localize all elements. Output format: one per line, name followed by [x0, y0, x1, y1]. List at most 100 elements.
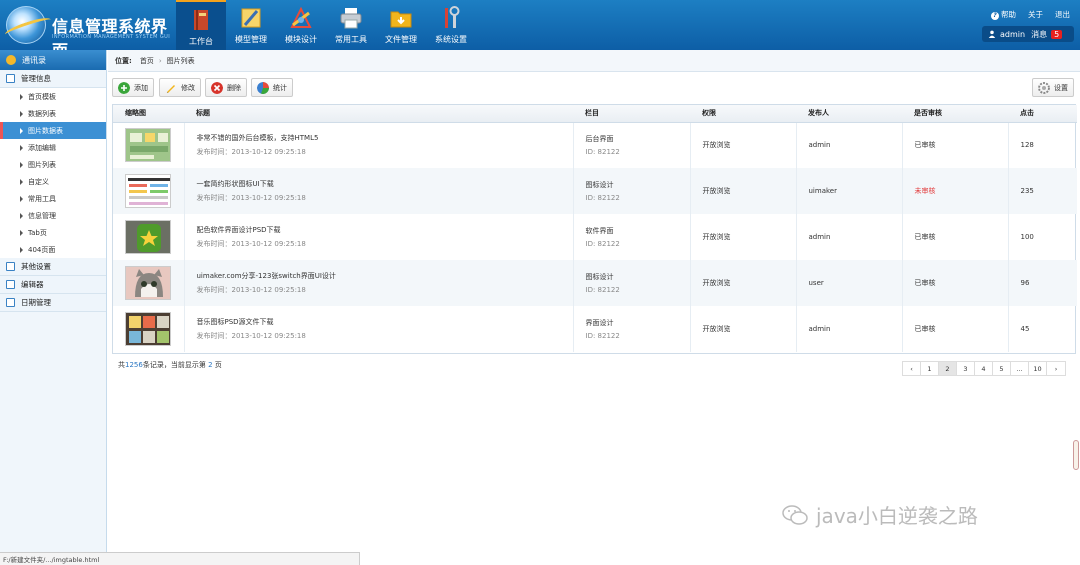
- thumbnail-cell: [113, 306, 185, 352]
- title-cell: 一套简约形状图标UI下载 发布时间：2013-10-12 09:25:18: [184, 168, 574, 214]
- sidebar-item[interactable]: 数据列表: [0, 105, 106, 122]
- review-status-cell: 未审核: [902, 168, 1009, 214]
- pager-page-button[interactable]: 10: [1029, 362, 1047, 375]
- pager-page-button[interactable]: 1: [921, 362, 939, 375]
- sidebar-item[interactable]: Tab页: [0, 224, 106, 241]
- breadcrumb-current[interactable]: 图片列表: [167, 56, 195, 66]
- row-category: 界面设计: [585, 319, 614, 327]
- nav-model-manage[interactable]: 模型管理: [226, 0, 276, 50]
- nav-file-manage[interactable]: 文件管理: [376, 0, 426, 50]
- chevron-right-icon: [20, 110, 23, 117]
- top-header: 信息管理系统界面 INFORMATION MANAGEMENT SYSTEM G…: [0, 0, 1080, 60]
- row-title[interactable]: uimaker.com分享-123张switch界面UI设计: [197, 272, 336, 280]
- clicks-cell: 235: [1020, 187, 1034, 195]
- breadcrumb-separator: ›: [158, 56, 162, 65]
- author-cell: admin: [796, 122, 903, 168]
- sidebar-section-editor[interactable]: 编辑器: [0, 276, 106, 294]
- settings-button[interactable]: 设置: [1032, 78, 1074, 97]
- nav-workbench[interactable]: 工作台: [176, 0, 226, 50]
- section-label: 编辑器: [21, 280, 44, 289]
- row-id: ID: 82122: [585, 148, 620, 157]
- thumbnail-image[interactable]: [125, 174, 171, 208]
- col-clicks: 点击: [1008, 105, 1077, 123]
- sidebar-item-label: 添加编辑: [28, 143, 56, 152]
- row-publish-time: 发布时间：2013-10-12 09:25:18: [196, 148, 306, 157]
- pie-chart-icon: [257, 81, 269, 94]
- book-icon: [194, 10, 208, 30]
- sidebar-item[interactable]: 自定义: [0, 173, 106, 190]
- sidebar-section-manage-info[interactable]: 管理信息: [0, 70, 106, 88]
- sidebar-section-other-settings[interactable]: 其他设置: [0, 258, 106, 276]
- breadcrumb-home[interactable]: 首页: [140, 56, 154, 66]
- sidebar-item-label: 首页模板: [28, 92, 56, 101]
- table-row[interactable]: 非常不错的国外后台模板，支持HTML5 发布时间：2013-10-12 09:25…: [113, 122, 1077, 168]
- thumbnail-image[interactable]: [125, 312, 171, 346]
- sidebar-item[interactable]: 常用工具: [0, 190, 106, 207]
- nav-label: 工作台: [189, 37, 213, 46]
- folder-icon: [390, 11, 412, 28]
- user-box[interactable]: admin 消息 5: [982, 26, 1074, 42]
- summary-suffix: 页: [214, 361, 222, 369]
- top-links: ? 帮助 关于 退出: [979, 9, 1070, 20]
- thumbnail-image[interactable]: [125, 220, 171, 254]
- sidebar-header[interactable]: 通讯录: [0, 50, 106, 70]
- sidebar-item[interactable]: 404页面: [0, 241, 106, 258]
- messages-label[interactable]: 消息: [1031, 29, 1047, 40]
- stats-button[interactable]: 统计: [251, 78, 293, 97]
- delete-label: 删除: [227, 83, 241, 92]
- pager-next-button[interactable]: ›: [1047, 362, 1065, 375]
- about-link[interactable]: 关于: [1028, 9, 1043, 20]
- permission-cell: 开放浏览: [690, 214, 797, 260]
- sidebar-section-date-manage[interactable]: 日期管理: [0, 294, 106, 312]
- clicks-cell: 128: [1020, 141, 1034, 150]
- app-logo[interactable]: 信息管理系统界面 INFORMATION MANAGEMENT SYSTEM G…: [3, 4, 170, 60]
- delete-button[interactable]: 删除: [205, 78, 247, 97]
- sidebar-item[interactable]: 添加编辑: [0, 139, 106, 156]
- sidebar-item[interactable]: 信息管理: [0, 207, 106, 224]
- row-category: 图标设计: [585, 181, 614, 189]
- row-publish-time: 发布时间：2013-10-12 09:25:18: [196, 286, 306, 294]
- pager-page-button[interactable]: 3: [957, 362, 975, 375]
- pager-page-button[interactable]: 5: [993, 362, 1011, 375]
- pager-prev-button[interactable]: ‹: [903, 362, 921, 375]
- table-row[interactable]: 配色软件界面设计PSD下载 发布时间：2013-10-12 09:25:18 软件界…: [113, 214, 1077, 260]
- row-title[interactable]: 音乐图标PSD源文件下载: [197, 318, 274, 326]
- sidebar-item[interactable]: 图片数据表: [0, 122, 106, 139]
- chevron-right-icon: [20, 178, 23, 185]
- add-button[interactable]: 添加: [112, 78, 154, 97]
- table-row[interactable]: 一套简约形状图标UI下载 发布时间：2013-10-12 09:25:18 图标设计…: [113, 168, 1077, 214]
- permission-cell: 开放浏览: [690, 122, 797, 168]
- nav-label: 文件管理: [385, 35, 417, 44]
- sidebar-item-label: 404页面: [28, 245, 56, 254]
- row-title[interactable]: 配色软件界面设计PSD下载: [197, 226, 281, 234]
- nav-system-settings[interactable]: 系统设置: [426, 0, 476, 50]
- pager-page-button[interactable]: 2: [939, 362, 957, 375]
- nav-module-design[interactable]: 模块设计: [276, 0, 326, 50]
- edit-button[interactable]: 修改: [159, 78, 201, 97]
- sidebar-item[interactable]: 首页模板: [0, 88, 106, 105]
- thumbnail-image[interactable]: [125, 266, 171, 300]
- logout-link[interactable]: 退出: [1055, 9, 1070, 20]
- row-title[interactable]: 一套简约形状图标UI下载: [197, 180, 274, 188]
- table-row[interactable]: uimaker.com分享-123张switch界面UI设计 发布时间：2013-…: [113, 260, 1077, 306]
- row-title[interactable]: 非常不错的国外后台模板，支持HTML5: [197, 134, 319, 142]
- thumbnail-cell: [113, 122, 185, 168]
- help-link[interactable]: ? 帮助: [991, 9, 1016, 20]
- sidebar-item[interactable]: 图片列表: [0, 156, 106, 173]
- chevron-right-icon: [20, 195, 23, 202]
- help-icon: ?: [991, 12, 999, 20]
- chevron-right-icon: [20, 212, 23, 219]
- sidebar-item-label: 图片数据表: [28, 126, 63, 135]
- table-row[interactable]: 音乐图标PSD源文件下载 发布时间：2013-10-12 09:25:18 界面设计…: [113, 306, 1077, 352]
- sidebar-header-label: 通讯录: [22, 55, 46, 65]
- printer-icon: [340, 8, 362, 29]
- watermark: java小白逆袭之路: [782, 500, 978, 529]
- title-cell: 配色软件界面设计PSD下载 发布时间：2013-10-12 09:25:18: [184, 214, 574, 260]
- toolbar: 添加 修改 删除 统计 设置: [112, 78, 1076, 98]
- category-cell: 图标设计 ID: 82122: [573, 260, 691, 306]
- pager-page-button[interactable]: 4: [975, 362, 993, 375]
- nav-common-tools[interactable]: 常用工具: [326, 0, 376, 50]
- chevron-right-icon: [20, 229, 23, 236]
- thumbnail-image[interactable]: [125, 128, 171, 163]
- scrollbar-thumb[interactable]: [1073, 440, 1079, 470]
